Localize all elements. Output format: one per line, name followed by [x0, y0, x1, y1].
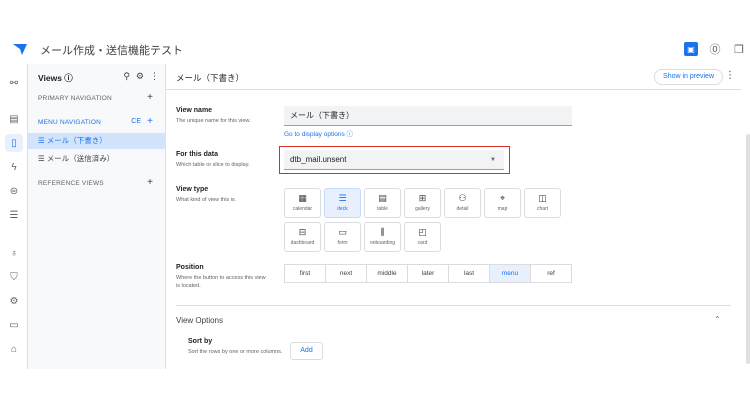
dashboard-icon: ⊟ — [298, 227, 307, 237]
position-menu[interactable]: menu — [490, 265, 531, 282]
position-last[interactable]: last — [449, 265, 490, 282]
add-primary-button[interactable]: + — [147, 92, 153, 103]
position-first[interactable]: first — [285, 265, 326, 282]
deck-icon: ☰ — [338, 193, 347, 203]
appsheet-logo[interactable] — [12, 41, 28, 57]
top-bar: メール作成・送信機能テスト ▣ ⓪ ❐ — [0, 34, 750, 64]
more-options-icon[interactable]: ⋮ — [725, 70, 735, 81]
automation-icon[interactable]: ϟ — [5, 158, 23, 176]
main-panel: メール（下書き） Show in preview ⋮ View name The… — [166, 64, 750, 369]
type-dashboard[interactable]: ⊟ dashboard — [284, 222, 321, 252]
graduation-icon[interactable]: ⌂ — [5, 340, 23, 358]
for-data-label: For this data — [176, 151, 219, 158]
type-table[interactable]: ▤ table — [364, 188, 401, 218]
data-icon[interactable]: ⚯ — [5, 74, 23, 92]
divider — [176, 305, 731, 306]
left-rail: ⚯ ▤ ▯ ϟ ⊜ ☰ ♁ ⛉ ⚙ ▭ ⌂ — [0, 64, 28, 369]
bot-icon[interactable]: ⊜ — [5, 182, 23, 200]
menu-navigation-badge[interactable]: CE — [131, 118, 141, 125]
search-icon[interactable]: ⚲ — [123, 71, 130, 82]
onboarding-icon: ⫼ — [380, 227, 385, 237]
type-deck[interactable]: ☰ deck — [324, 188, 361, 218]
type-detail[interactable]: ⚇ detail — [444, 188, 481, 218]
position-ref[interactable]: ref — [531, 265, 571, 282]
calendar-icon: ▦ — [298, 193, 307, 203]
app-title: メール作成・送信機能テスト — [40, 45, 183, 57]
more-icon[interactable]: ⋮ — [150, 71, 159, 82]
for-data-help: Which table or slice to display. — [176, 162, 250, 168]
detail-icon: ⚇ — [458, 193, 467, 203]
view-name-input[interactable]: メール（下書き） — [284, 106, 572, 126]
primary-navigation-label: PRIMARY NAVIGATION — [38, 95, 112, 102]
type-calendar[interactable]: ▦ calendar — [284, 188, 321, 218]
docs-icon[interactable]: ☰ — [5, 206, 23, 224]
sort-by-help: Sort the rows by one or more columns. — [188, 349, 283, 355]
table-icon: ▤ — [378, 193, 387, 203]
view-name-help: The unique name for this view. — [176, 118, 251, 124]
form-icon: ▭ — [338, 227, 347, 237]
views-panel: Views ⓘ ⚲ ⚙ ⋮ PRIMARY NAVIGATION + MENU … — [28, 64, 166, 369]
type-gallery[interactable]: ⊞ gallery — [404, 188, 441, 218]
settings-icon[interactable]: ⚙ — [136, 71, 144, 82]
position-segmented-control: first next middle later last menu ref — [284, 264, 572, 283]
position-help: Where the button to access this view is … — [176, 275, 266, 289]
caret-down-icon: ▼ — [490, 157, 496, 163]
table-icon[interactable]: ▤ — [5, 110, 23, 128]
view-item-draft[interactable]: ☰ メール（下書き） — [28, 133, 166, 149]
view-options-header[interactable]: View Options — [176, 316, 223, 325]
view-type-help: What kind of view this is. — [176, 197, 237, 203]
for-data-highlight: dtb_mail.unsent ▼ — [279, 146, 510, 174]
shield-icon[interactable]: ⛉ — [5, 268, 23, 286]
mobile-icon[interactable]: ▯ — [5, 134, 23, 152]
type-map[interactable]: ⌖ map — [484, 188, 521, 218]
display-options-link[interactable]: Go to display options ⓘ — [284, 128, 353, 138]
scrollbar[interactable] — [746, 134, 750, 364]
position-later[interactable]: later — [408, 265, 449, 282]
type-form[interactable]: ▭ form — [324, 222, 361, 252]
menu-navigation-label: MENU NAVIGATION — [38, 119, 102, 126]
gear-icon[interactable]: ⚙ — [5, 292, 23, 310]
map-icon: ⌖ — [499, 193, 506, 203]
chevron-up-icon[interactable]: ⌃ — [714, 315, 721, 324]
position-middle[interactable]: middle — [367, 265, 408, 282]
page-title: メール（下書き） — [176, 73, 245, 83]
for-data-value: dtb_mail.unsent — [290, 155, 347, 164]
view-item-sent[interactable]: ☰ メール（送信済み） — [28, 151, 166, 167]
gallery-icon: ⊞ — [418, 193, 427, 203]
add-menu-button[interactable]: + — [147, 116, 153, 127]
position-next[interactable]: next — [326, 265, 367, 282]
card-icon: ◰ — [418, 227, 427, 237]
copy-icon[interactable]: ❐ — [732, 42, 746, 56]
preview-icon[interactable]: ▣ — [684, 42, 698, 56]
add-sort-button[interactable]: Add — [290, 342, 323, 360]
bulb-icon[interactable]: ♁ — [5, 244, 23, 262]
position-label: Position — [176, 264, 204, 271]
help-icon[interactable]: ⓪ — [708, 42, 722, 56]
type-card[interactable]: ◰ card — [404, 222, 441, 252]
show-in-preview-button[interactable]: Show in preview — [654, 69, 723, 85]
monitor-icon[interactable]: ▭ — [5, 316, 23, 334]
reference-views-label: REFERENCE VIEWS — [38, 180, 104, 187]
add-reference-button[interactable]: + — [147, 177, 153, 188]
type-chart[interactable]: ◫ chart — [524, 188, 561, 218]
type-onboarding[interactable]: ⫼ onboarding — [364, 222, 401, 252]
for-data-select[interactable]: dtb_mail.unsent ▼ — [284, 150, 504, 170]
views-header: Views ⓘ — [38, 73, 73, 83]
view-type-label: View type — [176, 186, 209, 193]
chart-icon: ◫ — [538, 193, 547, 203]
main-header: メール（下書き） Show in preview ⋮ — [166, 64, 741, 90]
view-name-label: View name — [176, 107, 213, 114]
sort-by-label: Sort by — [188, 338, 213, 345]
